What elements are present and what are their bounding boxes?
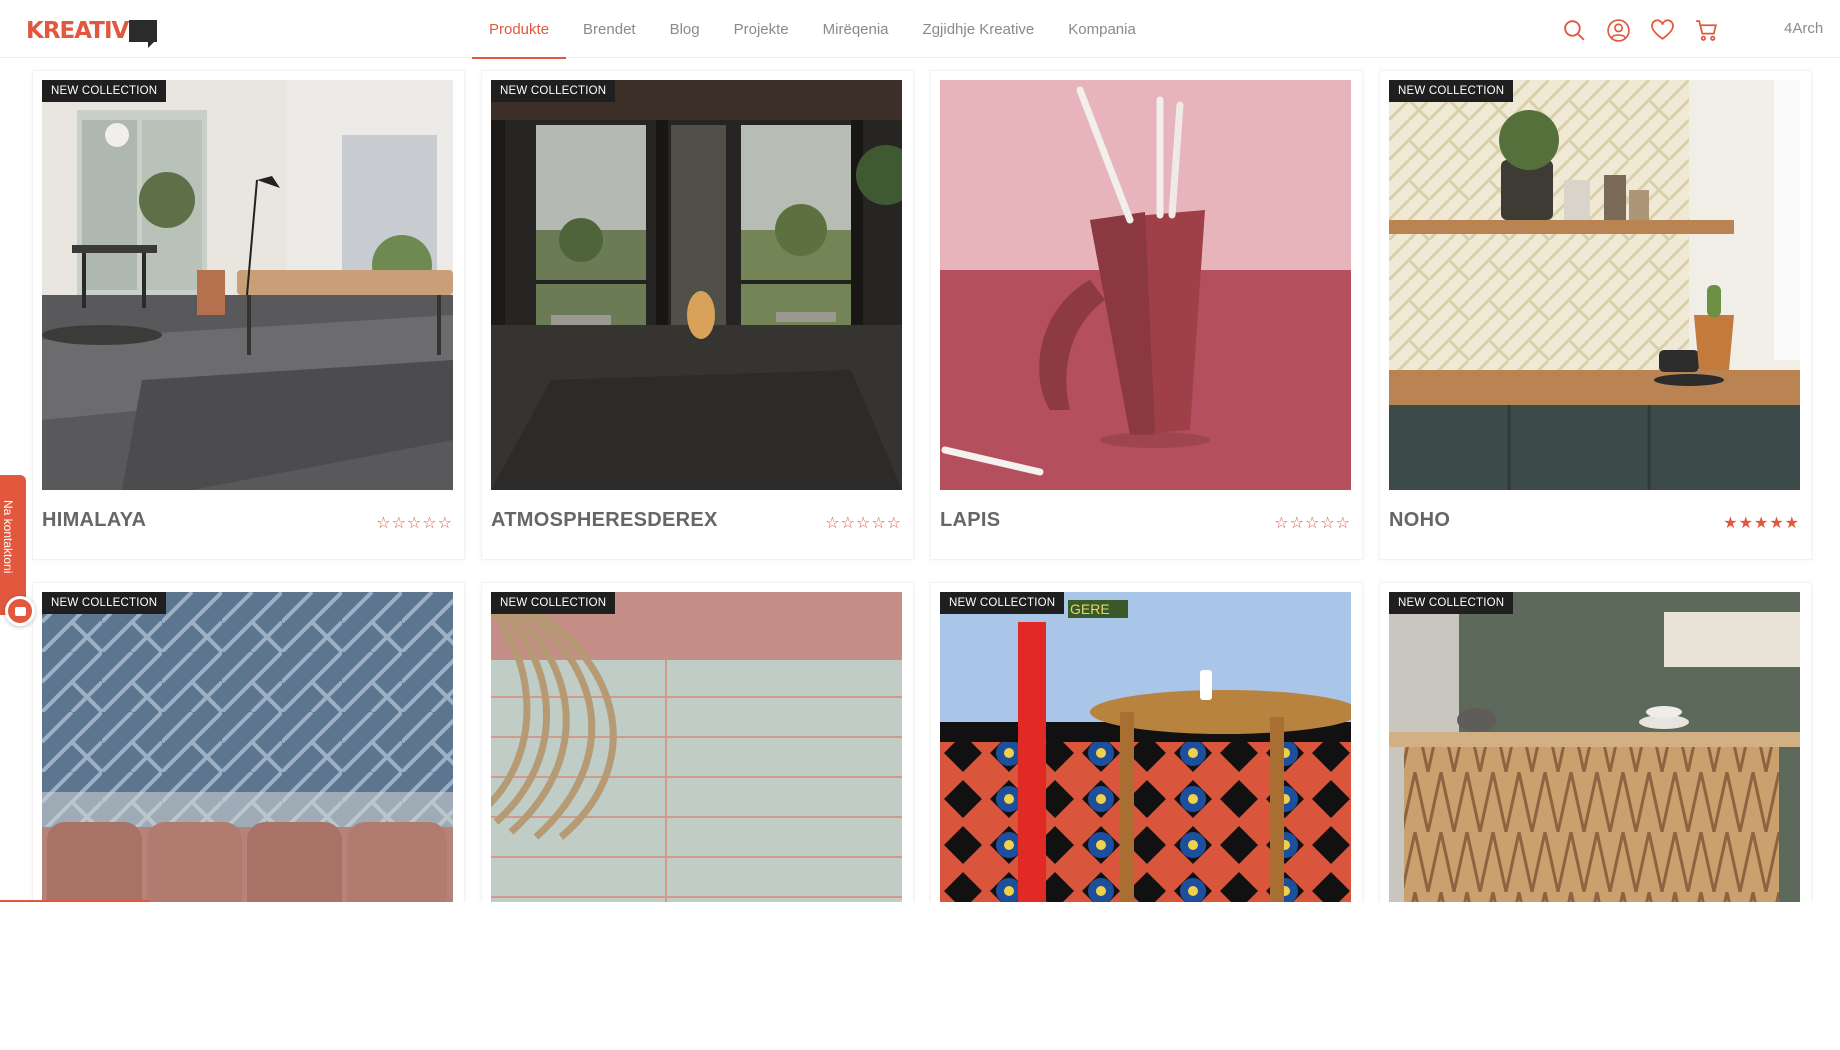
lapis-photo	[940, 80, 1351, 490]
chat-icon	[14, 606, 26, 616]
new-collection-badge: NEW COLLECTION	[1389, 592, 1514, 614]
product-card-noho[interactable]: NEW COLLECTION NOHO ★★★★★	[1379, 70, 1812, 560]
contact-tab-label[interactable]: Na kontaktoni	[1, 500, 15, 595]
atmospheresderex-photo	[491, 80, 902, 490]
cart-icon[interactable]	[1694, 18, 1719, 43]
nav-item-produkte[interactable]: Produkte	[472, 0, 567, 59]
product-name[interactable]: LAPIS	[940, 509, 1000, 532]
product-image[interactable]	[940, 80, 1351, 490]
blue-herringbone-photo	[42, 592, 453, 911]
pastel-tile-photo	[491, 592, 902, 911]
new-collection-badge: NEW COLLECTION	[1389, 80, 1514, 102]
product-image[interactable]	[42, 592, 453, 911]
product-card[interactable]: NEW COLLECTION	[32, 582, 465, 912]
logo-mark	[129, 20, 158, 48]
nav-item-blog[interactable]: Blog	[653, 0, 717, 58]
heart-icon[interactable]	[1650, 18, 1675, 43]
new-collection-badge: NEW COLLECTION	[491, 592, 616, 614]
product-name[interactable]: ATMOSPHERESDEREX	[491, 509, 718, 532]
nav-item-mireqenia[interactable]: Mirëqenia	[806, 0, 906, 58]
product-card[interactable]: NEW COLLECTION	[481, 582, 914, 912]
product-image[interactable]	[491, 592, 902, 911]
main-nav: Produkte Brendet Blog Projekte Mirëqenia…	[472, 0, 1153, 59]
product-card[interactable]: NEW COLLECTION	[1379, 582, 1812, 912]
product-grid: NEW COLLECTION HIMALAYA ☆☆☆☆☆ NEW COLLEC…	[32, 70, 1812, 912]
blank-area	[0, 902, 1840, 1050]
logo-text: KREATIV	[26, 18, 129, 44]
new-collection-badge: NEW COLLECTION	[42, 80, 167, 102]
logo[interactable]: KREATIV	[26, 16, 158, 48]
new-collection-badge: NEW COLLECTION	[491, 80, 616, 102]
product-image[interactable]: GERE	[940, 592, 1351, 911]
product-card-lapis[interactable]: LAPIS ☆☆☆☆☆	[930, 70, 1363, 560]
nav-item-zgjidhje-kreative[interactable]: Zgjidhje Kreative	[906, 0, 1052, 58]
nav-item-brendet[interactable]: Brendet	[566, 0, 653, 58]
product-name[interactable]: NOHO	[1389, 509, 1450, 532]
chat-button[interactable]	[5, 596, 35, 626]
sign-text: GERE	[1070, 601, 1110, 617]
product-image[interactable]	[1389, 80, 1800, 490]
product-card-atmospheresderex[interactable]: NEW COLLECTION ATMOSPHERESDEREX ☆☆☆☆☆	[481, 70, 914, 560]
rating-stars[interactable]: ☆☆☆☆☆	[825, 513, 902, 532]
noho-photo	[1389, 80, 1800, 490]
nav-item-kompania[interactable]: Kompania	[1051, 0, 1153, 58]
product-card[interactable]: NEW COLLECTION	[930, 582, 1363, 912]
user-icon[interactable]	[1606, 18, 1631, 43]
product-image[interactable]	[491, 80, 902, 490]
rating-stars[interactable]: ☆☆☆☆☆	[376, 513, 453, 532]
new-collection-badge: NEW COLLECTION	[42, 592, 167, 614]
sideboard-photo	[1389, 592, 1800, 911]
product-image[interactable]	[42, 80, 453, 490]
account-name[interactable]: 4Arch	[1784, 20, 1823, 37]
patterned-tile-photo: GERE	[940, 592, 1351, 911]
himalaya-photo	[42, 80, 453, 490]
product-card-himalaya[interactable]: NEW COLLECTION HIMALAYA ☆☆☆☆☆	[32, 70, 465, 560]
rating-stars[interactable]: ★★★★★	[1723, 513, 1800, 532]
search-icon[interactable]	[1562, 18, 1587, 43]
new-collection-badge: NEW COLLECTION	[940, 592, 1065, 614]
nav-item-projekte[interactable]: Projekte	[717, 0, 806, 58]
header-icons	[1562, 18, 1719, 43]
product-image[interactable]	[1389, 592, 1800, 911]
site-header: KREATIV Produkte Brendet Blog Projekte M…	[0, 0, 1840, 59]
rating-stars[interactable]: ☆☆☆☆☆	[1274, 513, 1351, 532]
product-name[interactable]: HIMALAYA	[42, 509, 146, 532]
